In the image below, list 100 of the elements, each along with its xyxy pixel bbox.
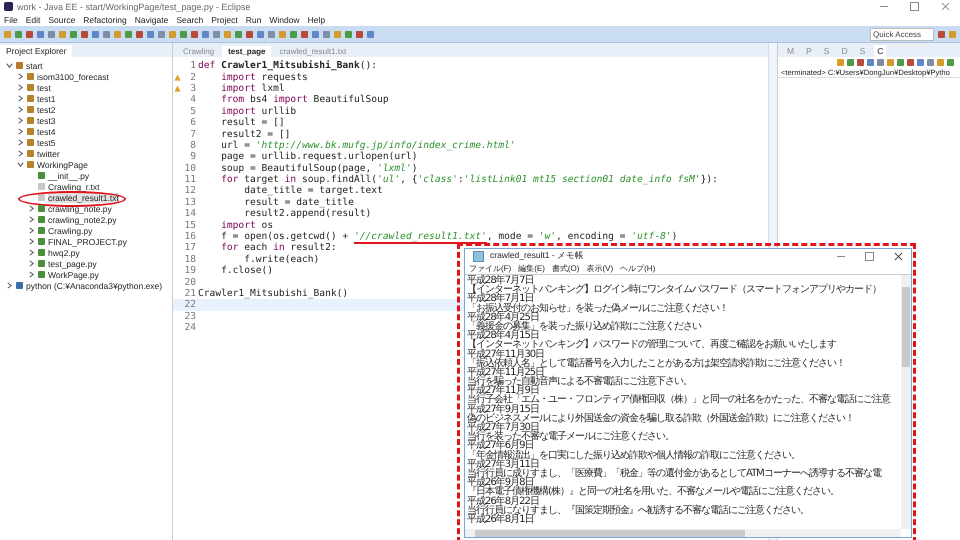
- menu-item[interactable]: ファイル(F): [469, 263, 512, 274]
- menu-item[interactable]: Search: [176, 14, 204, 24]
- line-number: 6: [189, 117, 197, 128]
- text-line: 「年金情報流出」を口実にした振り込め詐欺や個人情報の詐取にご注意ください。: [467, 450, 801, 460]
- line-number: 19: [183, 265, 197, 276]
- window-title: work - Java EE - start/WorkingPage/test_page.py - Eclipse: [17, 2, 250, 12]
- menu-item[interactable]: Refactoring: [83, 14, 127, 24]
- menu-item[interactable]: 書式(O): [552, 263, 580, 274]
- file-icon: [38, 172, 45, 179]
- line-number: 2: [189, 72, 197, 83]
- tree-item[interactable]: python (C:¥Anaconda3¥python.exe): [26, 280, 162, 290]
- text-line: 平成26年8月22日: [467, 496, 539, 506]
- line-number: 1: [189, 60, 197, 72]
- line-number: 4: [189, 94, 197, 106]
- tree-item[interactable]: crawled_result1.txt: [48, 192, 119, 202]
- tree-item[interactable]: test2: [37, 104, 56, 114]
- quick-access-field[interactable]: Quick Access: [870, 28, 934, 40]
- code-line: soup = BeautifulSoup(page, 'lxml'): [220, 162, 418, 174]
- maximize-icon[interactable]: [865, 252, 874, 260]
- tree-item[interactable]: test5: [37, 138, 56, 148]
- maximize-icon[interactable]: [910, 2, 919, 11]
- line-number: 18: [183, 254, 197, 265]
- text-line: 【インターネットバンキング】パスワードの管理について、再度ご確認をお願いいたします: [467, 340, 838, 350]
- tree-item[interactable]: WorkingPage: [37, 160, 88, 170]
- text-line: 平成26年8月1日: [467, 514, 534, 524]
- line-number: 13: [183, 196, 197, 208]
- tree-item[interactable]: test: [37, 82, 51, 92]
- menu-item[interactable]: File: [4, 14, 18, 24]
- tree-item[interactable]: WorkPage.py: [48, 270, 99, 280]
- project-explorer-tab[interactable]: Project Explorer: [0, 45, 72, 57]
- tree-item[interactable]: start: [26, 60, 43, 70]
- menu-item[interactable]: Navigate: [134, 14, 168, 24]
- text-line: 【インターネットバンキング】ログイン時にワンタイムパスワード（スマートフォンアプリやカード）: [467, 285, 882, 294]
- text-line: 平成26年9月8日: [467, 478, 534, 488]
- menu-item[interactable]: ヘルプ(H): [620, 263, 656, 274]
- code-line: for each in result2:: [220, 242, 337, 254]
- folder-icon: [16, 282, 23, 289]
- menu-item[interactable]: Source: [48, 14, 76, 24]
- code-line: f.close(): [220, 265, 274, 276]
- text-line: 平成27年11月30日: [467, 350, 544, 359]
- tree-item[interactable]: isom3100_forecast: [37, 72, 109, 82]
- menu-item[interactable]: Edit: [26, 14, 40, 24]
- line-number: 11: [183, 174, 197, 186]
- line-number: 15: [183, 220, 197, 231]
- tree-item[interactable]: test4: [37, 126, 56, 136]
- menu-item[interactable]: 編集(E): [518, 263, 545, 274]
- tree-item[interactable]: FINAL_PROJECT.py: [48, 236, 127, 246]
- line-number: 7: [189, 128, 197, 140]
- tree-item[interactable]: Crawling.py: [48, 226, 92, 236]
- code-line: result2.append(result): [243, 208, 372, 220]
- menu-item[interactable]: Project: [211, 14, 238, 24]
- menu-item[interactable]: Window: [269, 14, 300, 24]
- text-line: 平成28年7月7日: [467, 276, 534, 286]
- menu-item[interactable]: Run: [246, 14, 262, 24]
- vertical-scrollbar[interactable]: [901, 275, 911, 529]
- line-number: 8: [189, 140, 197, 151]
- tree-item[interactable]: test_page.py: [48, 258, 97, 268]
- text-line: 平成28年4月25日: [467, 312, 539, 322]
- tree-item[interactable]: __init__.py: [48, 170, 90, 180]
- text-line: 平成27年9月15日: [467, 404, 539, 414]
- tree-item[interactable]: test1: [37, 94, 56, 104]
- tree-item[interactable]: Crawling_r.txt: [48, 182, 100, 192]
- tree-item[interactable]: hwq2.py: [48, 248, 80, 258]
- line-number: 16: [183, 231, 197, 242]
- text-line: 平成27年3月11日: [467, 460, 539, 469]
- view-tab[interactable]: C: [874, 45, 886, 57]
- menu-item[interactable]: 表示(V): [586, 263, 614, 274]
- line-number: 17: [183, 242, 197, 254]
- menu-item[interactable]: Help: [308, 14, 326, 24]
- line-number: 9: [189, 151, 197, 162]
- tree-item[interactable]: crawling_note2.py: [48, 214, 117, 224]
- line-number: 23: [183, 310, 197, 322]
- code-line: for target in soup.findAll('ul', {'class':'listLink01 mt15 section01 date_info fsM'}):: [220, 174, 718, 186]
- code-line: import requests: [220, 72, 308, 83]
- code-line: page = urllib.request.urlopen(url): [220, 151, 418, 162]
- text-line: 当行を騙った自動音声による不審電話にご注意下さい。: [467, 377, 693, 386]
- text-line: 『日本電子債権機構(株）』と同一の社名を用いた、不審なメールや電話にご注意ください。: [467, 487, 840, 496]
- close-icon[interactable]: [894, 252, 903, 260]
- line-number: 20: [183, 276, 197, 288]
- app-icon: [4, 2, 13, 11]
- code-line: f.write(each): [243, 254, 320, 265]
- code-line: result = []: [220, 117, 285, 128]
- tree-item[interactable]: test3: [37, 116, 56, 126]
- code-line: date_title = target.text: [243, 185, 383, 196]
- line-number: 10: [183, 162, 197, 174]
- line-number: 22: [183, 299, 197, 310]
- code-line: import lxml: [220, 82, 285, 94]
- code-line: Crawler1_Mitsubishi_Bank(): [198, 288, 348, 299]
- code-line: from bs4 import BeautifulSoup: [220, 94, 389, 106]
- line-number: 5: [189, 106, 197, 117]
- editor-tab[interactable]: test_page: [222, 46, 272, 57]
- code-line: url = 'http://www.bk.mufg.jp/info/index_crime.html': [220, 140, 516, 151]
- text-line: 当行子会社「エム・ユー・フロンティア債権回収（株）」と同一の社名をかたった、不審な電話にご注意: [467, 395, 892, 405]
- horizontal-scrollbar[interactable]: [465, 529, 901, 537]
- tree-item[interactable]: twitter: [37, 148, 60, 158]
- text-line: 平成27年6月9日: [467, 441, 534, 451]
- line-number: 14: [183, 208, 197, 220]
- text-line: 当行行員に成りすまし、「医療費」「税金」等の還付金があるとしてATMコーナーへ誘導する不審な電: [467, 468, 882, 478]
- tree-item[interactable]: crawling_note.py: [48, 204, 112, 214]
- line-number: 24: [183, 322, 197, 334]
